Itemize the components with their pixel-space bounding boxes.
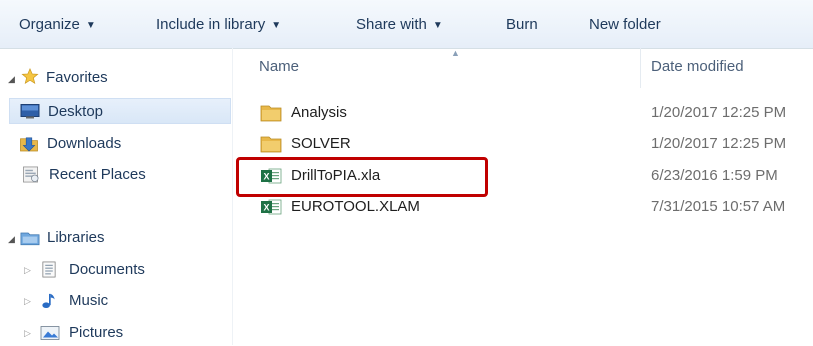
pictures-icon xyxy=(40,326,60,340)
file-row-solver[interactable]: SOLVER 1/20/2017 12:25 PM xyxy=(233,131,813,157)
column-header-date-label: Date modified xyxy=(651,58,744,75)
organize-label: Organize xyxy=(19,16,80,33)
documents-icon xyxy=(42,261,56,278)
sidebar-item-music[interactable]: ▷ Music xyxy=(0,288,232,314)
chevron-down-icon: ▼ xyxy=(432,20,443,31)
new-folder-label: New folder xyxy=(589,16,661,33)
organize-menu[interactable]: Organize ▼ xyxy=(19,13,96,37)
sidebar-item-documents[interactable]: ▷ Documents xyxy=(0,257,232,283)
sidebar-item-label: Pictures xyxy=(69,324,124,341)
file-row-analysis[interactable]: Analysis 1/20/2017 12:25 PM xyxy=(233,100,813,126)
folder-icon xyxy=(260,136,282,153)
desktop-icon xyxy=(20,104,40,119)
sidebar-item-desktop[interactable]: Desktop xyxy=(9,98,231,124)
column-header-name-label: Name xyxy=(259,58,300,75)
chevron-down-icon: ▼ xyxy=(271,20,282,31)
file-name: SOLVER xyxy=(291,135,351,152)
svg-text:X: X xyxy=(263,203,269,213)
expanded-arrow-icon[interactable]: ◢ xyxy=(8,66,15,92)
include-in-library-menu[interactable]: Include in library ▼ xyxy=(156,13,281,37)
file-date: 6/23/2016 1:59 PM xyxy=(651,167,778,184)
file-date: 1/20/2017 12:25 PM xyxy=(651,135,787,152)
sidebar-item-label: Documents xyxy=(69,261,145,278)
recent-places-icon xyxy=(23,166,39,183)
sort-ascending-icon: ▲ xyxy=(451,48,460,58)
chevron-down-icon: ▼ xyxy=(85,20,96,31)
sidebar-item-label: Desktop xyxy=(48,103,104,120)
file-name: Analysis xyxy=(291,104,347,121)
downloads-folder-icon xyxy=(20,137,38,152)
music-note-icon xyxy=(42,293,55,309)
include-in-library-label: Include in library xyxy=(156,16,266,33)
collapsed-arrow-icon[interactable]: ▷ xyxy=(24,320,31,346)
nav-favorites-header[interactable]: ◢ Favorites xyxy=(0,65,232,91)
sidebar-item-pictures[interactable]: ▷ Pictures xyxy=(0,320,232,346)
folder-icon xyxy=(260,105,282,122)
libraries-icon xyxy=(20,232,40,246)
sidebar-item-label: Recent Places xyxy=(49,166,146,183)
new-folder-button[interactable]: New folder xyxy=(589,13,661,37)
command-bar: Organize ▼ Include in library ▼ Share with… xyxy=(0,0,813,49)
share-with-menu[interactable]: Share with ▼ xyxy=(356,13,443,37)
collapsed-arrow-icon[interactable]: ▷ xyxy=(24,257,31,283)
excel-addin-icon: X xyxy=(261,199,282,215)
file-date: 1/20/2017 12:25 PM xyxy=(651,104,787,121)
file-row-eurotool[interactable]: X EUROTOOL.XLAM 7/31/2015 10:57 AM xyxy=(233,194,813,220)
column-separator[interactable] xyxy=(640,48,641,88)
share-with-label: Share with xyxy=(356,16,427,33)
collapsed-arrow-icon[interactable]: ▷ xyxy=(24,288,31,314)
burn-label: Burn xyxy=(506,16,538,33)
nav-libraries-header[interactable]: ◢ Libraries xyxy=(0,225,232,251)
navigation-pane: ◢ Favorites Desktop Downloads Recent Pla… xyxy=(0,48,232,345)
column-header-name[interactable]: Name xyxy=(259,58,299,75)
star-icon xyxy=(21,68,39,85)
file-date: 7/31/2015 10:57 AM xyxy=(651,198,786,215)
expanded-arrow-icon[interactable]: ◢ xyxy=(8,226,15,252)
sidebar-item-recent-places[interactable]: Recent Places xyxy=(0,162,232,188)
sidebar-item-label: Music xyxy=(69,292,109,309)
sidebar-item-downloads[interactable]: Downloads xyxy=(0,131,232,157)
file-name: EUROTOOL.XLAM xyxy=(291,198,420,215)
sidebar-item-label: Downloads xyxy=(47,135,122,152)
burn-button[interactable]: Burn xyxy=(506,13,538,37)
column-header-date-modified[interactable]: Date modified xyxy=(651,58,744,75)
nav-favorites-label: Favorites xyxy=(46,69,108,86)
nav-libraries-label: Libraries xyxy=(47,229,105,246)
highlight-annotation xyxy=(236,157,488,197)
